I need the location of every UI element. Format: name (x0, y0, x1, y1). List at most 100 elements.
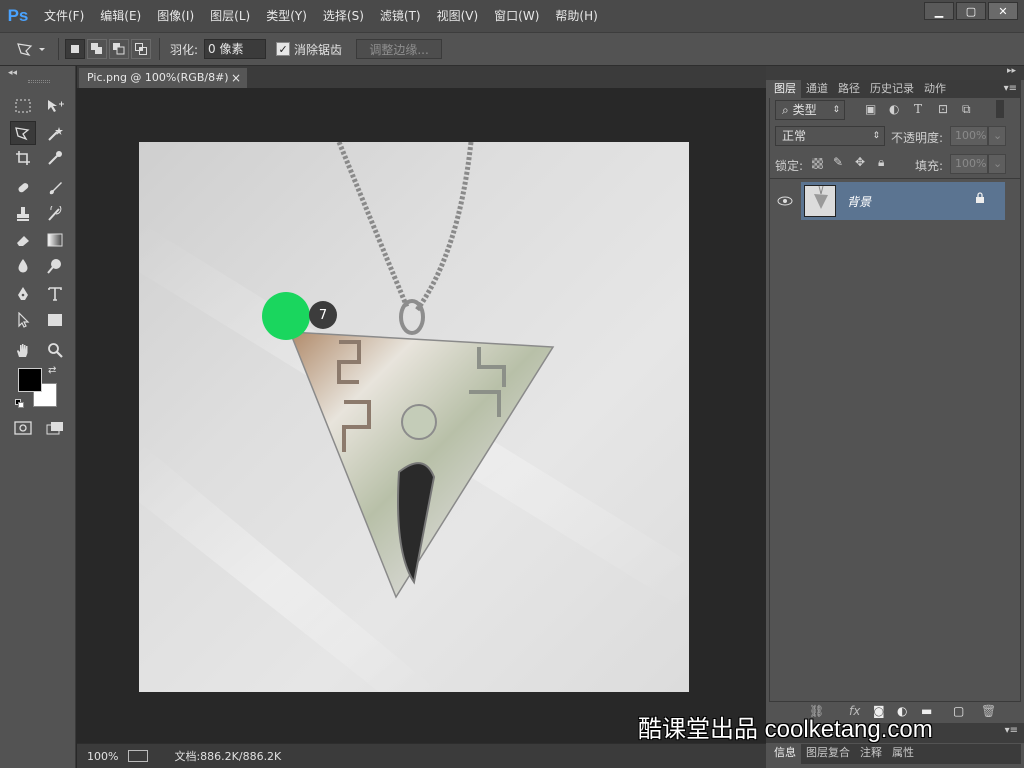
chevron-updown-icon: ⇕ (832, 105, 840, 115)
tab-paths[interactable]: 路径 (833, 80, 865, 98)
eraser-tool-icon[interactable] (10, 228, 36, 252)
menu-select[interactable]: 选择(S) (315, 0, 372, 32)
filter-smart-object-icon[interactable]: ⧉ (962, 102, 971, 117)
lock-image-icon[interactable]: ✎ (833, 155, 843, 169)
new-layer-icon[interactable]: ▢ (953, 704, 964, 718)
foreground-color-swatch[interactable] (18, 368, 42, 392)
layer-thumbnail (804, 185, 836, 217)
tab-notes[interactable]: 注释 (855, 744, 887, 764)
panel-menu-icon[interactable]: ▾≡ (1005, 725, 1018, 736)
visibility-eye-icon[interactable] (770, 182, 800, 220)
layer-selected-row[interactable]: 背景 (801, 182, 1005, 220)
fill-dropdown-icon[interactable]: ⌄ (988, 154, 1006, 174)
magic-wand-tool-icon[interactable] (42, 121, 68, 145)
opacity-label: 不透明度: (891, 131, 944, 145)
tab-info[interactable]: 信息 (769, 744, 801, 764)
menu-image[interactable]: 图像(I) (149, 0, 202, 32)
tab-properties[interactable]: 属性 (887, 744, 919, 764)
clone-stamp-tool-icon[interactable] (10, 202, 36, 226)
layer-filter-dropdown[interactable]: ⌕ 类型 ⇕ (775, 100, 845, 120)
rectangle-tool-icon[interactable] (42, 308, 68, 332)
eyedropper-tool-icon[interactable] (42, 146, 68, 170)
layer-filter-label: 类型 (792, 103, 817, 117)
options-bar: 羽化: 0 像素 ✓ 消除锯齿 调整边缘... (0, 32, 1024, 66)
tab-layers[interactable]: 图层 (769, 80, 801, 98)
menu-edit[interactable]: 编辑(E) (92, 0, 149, 32)
opacity-input[interactable]: 100% (950, 126, 988, 146)
menu-filter[interactable]: 滤镜(T) (372, 0, 429, 32)
menu-type[interactable]: 类型(Y) (258, 0, 315, 32)
move-tool-icon[interactable] (42, 94, 68, 118)
filter-shape-icon[interactable]: ⊡ (938, 102, 948, 116)
layer-row-background[interactable]: 背景 (770, 182, 1020, 220)
toolbox: ◂◂ ⇄ (0, 66, 76, 768)
menu-view[interactable]: 视图(V) (429, 0, 487, 32)
panel-menu-icon[interactable]: ▾≡ (1004, 80, 1021, 98)
lock-label: 锁定: (775, 159, 804, 173)
marquee-tool-icon[interactable] (10, 94, 36, 118)
refine-edge-button[interactable]: 调整边缘... (356, 39, 443, 59)
lock-all-icon[interactable]: 🔒︎ (878, 155, 884, 170)
history-brush-tool-icon[interactable] (42, 202, 68, 226)
default-colors-icon[interactable] (15, 399, 25, 409)
dodge-tool-icon[interactable] (42, 254, 68, 278)
intersect-selection-button[interactable] (131, 39, 151, 59)
lock-transparent-icon[interactable] (812, 158, 823, 169)
type-tool-icon[interactable] (42, 282, 68, 306)
polygonal-lasso-tool-icon[interactable] (10, 121, 36, 145)
new-selection-button[interactable] (65, 39, 85, 59)
subtract-from-selection-button[interactable] (109, 39, 129, 59)
status-preview-icon[interactable] (128, 750, 149, 762)
zoom-level[interactable]: 100% (87, 750, 118, 763)
menu-file[interactable]: 文件(F) (36, 0, 92, 32)
blur-tool-icon[interactable] (10, 254, 36, 278)
antialias-checkbox[interactable]: ✓ (276, 42, 291, 56)
quick-mask-icon[interactable] (10, 416, 36, 440)
toolbox-collapse-icon[interactable]: ◂◂ (8, 68, 17, 78)
screen-mode-icon[interactable] (42, 416, 68, 440)
layers-dock: ▸▸ 图层 通道 路径 历史记录 动作 ▾≡ ⌕ 类型 ⇕ ▣ ◐ T ⊡ ⧉ 正… (766, 66, 1024, 768)
document-tab[interactable]: Pic.png @ 100%(RGB/8#) × (79, 68, 247, 88)
lock-position-icon[interactable]: ✥ (855, 155, 865, 169)
close-document-icon[interactable]: × (231, 68, 241, 88)
hand-tool-icon[interactable] (10, 338, 36, 362)
panel-expand-icon[interactable]: ▸▸ (1007, 66, 1016, 76)
add-to-selection-button[interactable] (87, 39, 107, 59)
search-icon: ⌕ (782, 103, 789, 117)
gradient-tool-icon[interactable] (42, 228, 68, 252)
minimize-button[interactable]: ▁ (924, 2, 954, 20)
document-tab-bar: Pic.png @ 100%(RGB/8#) × (77, 66, 766, 88)
zoom-tool-icon[interactable] (42, 338, 68, 362)
close-window-button[interactable]: ✕ (988, 2, 1018, 20)
opacity-dropdown-icon[interactable]: ⌄ (988, 126, 1006, 146)
pen-tool-icon[interactable] (10, 282, 36, 306)
polygonal-lasso-preset-icon[interactable] (12, 38, 52, 60)
filter-pixel-icon[interactable]: ▣ (865, 102, 876, 116)
delete-layer-icon[interactable]: 🗑︎ (981, 704, 996, 718)
menu-help[interactable]: 帮助(H) (547, 0, 605, 32)
tab-actions[interactable]: 动作 (919, 80, 951, 98)
crop-tool-icon[interactable] (10, 146, 36, 170)
tab-layer-comps[interactable]: 图层复合 (801, 744, 855, 764)
healing-brush-tool-icon[interactable] (10, 176, 36, 200)
tab-history[interactable]: 历史记录 (865, 80, 919, 98)
filter-toggle-switch[interactable] (996, 100, 1004, 118)
blend-mode-dropdown[interactable]: 正常 ⇕ (775, 126, 885, 146)
canvas-area[interactable] (77, 88, 766, 743)
click-indicator (262, 292, 310, 340)
layer-name[interactable]: 背景 (847, 193, 871, 210)
menu-layer[interactable]: 图层(L) (202, 0, 258, 32)
menu-window[interactable]: 窗口(W) (486, 0, 547, 32)
path-selection-tool-icon[interactable] (10, 308, 36, 332)
pendant-photo[interactable] (139, 142, 689, 692)
brush-tool-icon[interactable] (42, 176, 68, 200)
swap-colors-icon[interactable]: ⇄ (48, 365, 56, 376)
tab-channels[interactable]: 通道 (801, 80, 833, 98)
status-bar: 100% 文档:886.2K/886.2K (77, 743, 766, 768)
fill-input[interactable]: 100% (950, 154, 988, 174)
filter-type-icon[interactable]: T (914, 102, 922, 116)
maximize-button[interactable]: ▢ (956, 2, 986, 20)
filter-adjustment-icon[interactable]: ◐ (889, 102, 899, 116)
feather-input[interactable]: 0 像素 (204, 39, 267, 59)
feather-label: 羽化: (170, 42, 199, 57)
